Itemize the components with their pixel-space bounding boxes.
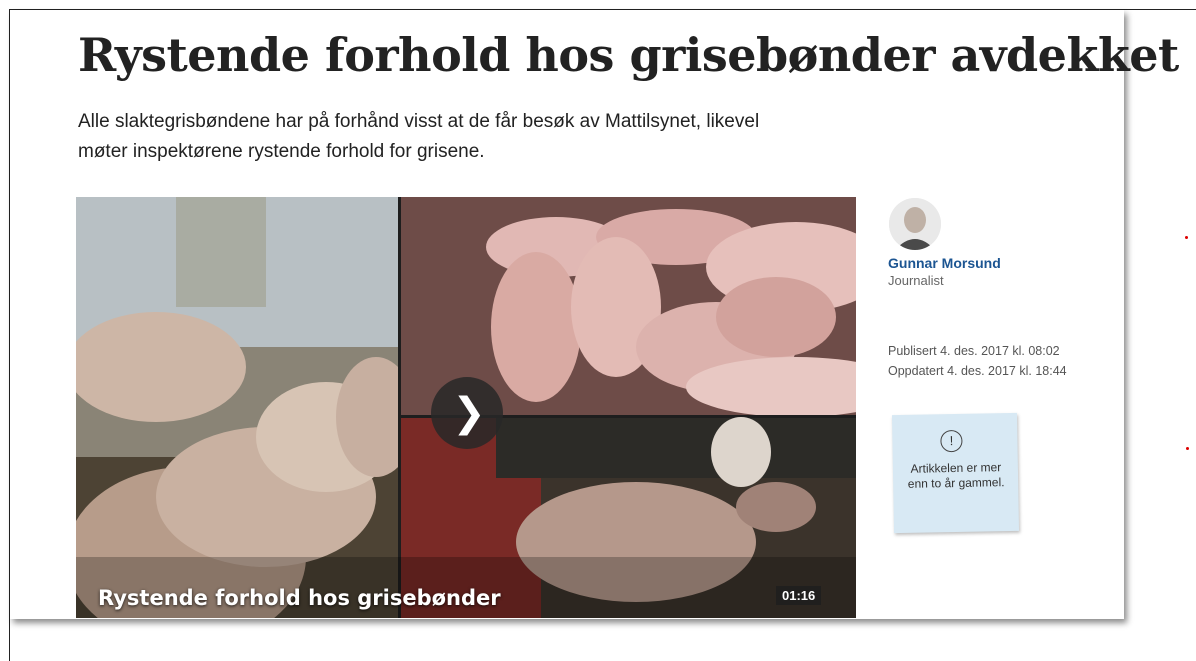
- article-title: Rystende forhold hos grisebønder avdekke…: [78, 28, 1179, 82]
- exclamation-circle-icon: !: [940, 429, 963, 453]
- video-caption: Rystende forhold hos grisebønder: [98, 586, 501, 610]
- article-dates: Publisert 4. des. 2017 kl. 08:02 Oppdate…: [888, 341, 1067, 381]
- article-lead: Alle slaktegrisbøndene har på forhånd vi…: [78, 111, 760, 162]
- published-date: Publisert 4. des. 2017 kl. 08:02: [888, 344, 1060, 358]
- video-duration: 01:16: [776, 586, 822, 605]
- chevron-right-icon: ❯: [452, 390, 486, 436]
- video-player[interactable]: ❯ Rystende forhold hos grisebønder 01:16: [76, 197, 856, 618]
- age-notice: ! Artikkelen er mer enn to år gammel.: [891, 412, 1020, 534]
- author-name-link[interactable]: Gunnar Morsund: [888, 255, 1001, 271]
- age-notice-text: Artikkelen er mer enn to år gammel.: [907, 460, 1005, 491]
- author-role: Journalist: [888, 273, 944, 288]
- red-dot-marker: [1185, 236, 1188, 239]
- red-dot-marker: [1186, 447, 1189, 450]
- author-avatar[interactable]: [889, 198, 941, 250]
- updated-date: Oppdatert 4. des. 2017 kl. 18:44: [888, 364, 1067, 378]
- play-button[interactable]: ❯: [431, 377, 503, 449]
- avatar-portrait: [889, 198, 941, 250]
